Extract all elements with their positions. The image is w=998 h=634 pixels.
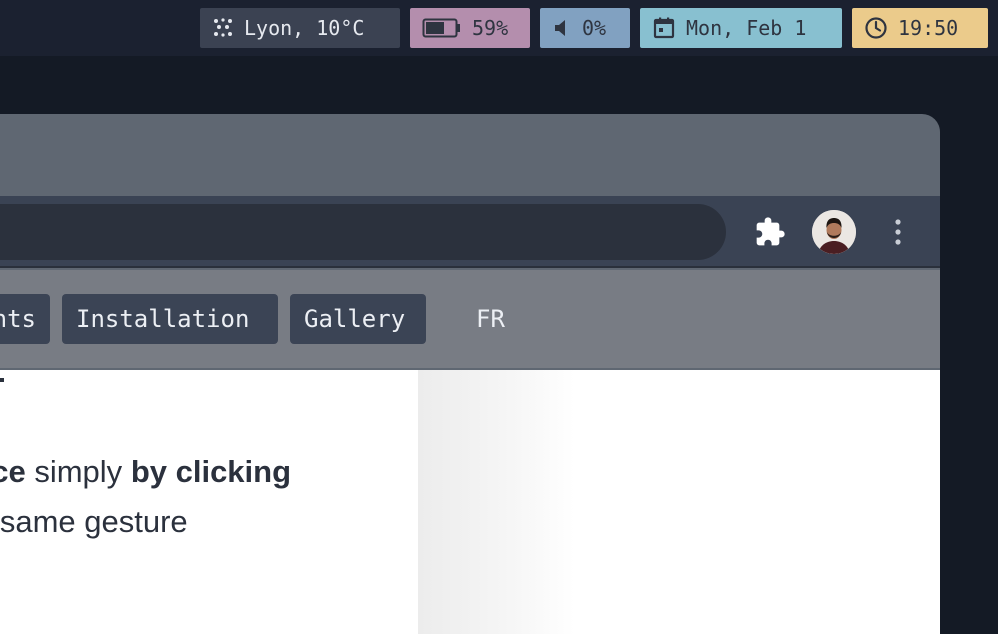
person-photo [812, 210, 856, 254]
nav-link-label: Gallery [304, 305, 406, 333]
battery-icon [422, 18, 460, 38]
date-label: Mon, Feb 1 [686, 16, 807, 40]
clock-widget[interactable]: 19:50 [852, 8, 988, 48]
volume-label: 0% [582, 16, 607, 40]
speaker-icon [555, 20, 565, 36]
date-widget[interactable]: Mon, Feb 1 [640, 8, 842, 48]
battery-widget[interactable]: 59% [410, 8, 530, 48]
extensions-icon [756, 217, 785, 246]
weather-widget[interactable]: Lyon, 10°C [200, 8, 400, 48]
punctuation-dot [0, 378, 4, 382]
bold-text: ace [0, 454, 26, 489]
status-bar: Lyon, 10°C 59% 0% Mon, Feb 1 19:50 [0, 0, 998, 56]
page-content: ace simply by clicking e same gesture [0, 370, 940, 634]
paragraph-line: e same gesture [0, 504, 188, 539]
calendar-icon [653, 17, 675, 39]
nav-link-events[interactable]: nts [0, 294, 50, 344]
bold-text: by clicking [130, 454, 292, 489]
nav-link-installation[interactable]: Installation [62, 294, 278, 344]
language-switch[interactable]: FR [462, 294, 522, 344]
content-sidebar [418, 370, 940, 634]
browser-toolbar [0, 196, 940, 268]
weather-label: Lyon, 10°C [244, 16, 365, 40]
battery-label: 59% [472, 16, 509, 40]
nav-link-label: nts [0, 305, 36, 333]
browser-window: nts Installation Gallery FR ace simply b… [0, 114, 940, 634]
body-text: simply [25, 454, 131, 489]
menu-dots-icon [895, 219, 901, 245]
address-bar[interactable] [0, 204, 726, 260]
extensions-button[interactable] [752, 214, 788, 250]
clock-icon [865, 17, 887, 39]
browser-menu-button[interactable] [884, 214, 912, 250]
paragraph-line: ace simply by clicking [0, 454, 291, 490]
volume-widget[interactable]: 0% [540, 8, 630, 48]
nav-link-label: Installation [76, 305, 250, 333]
language-label: FR [476, 305, 505, 333]
profile-avatar[interactable] [812, 210, 856, 254]
clock-label: 19:50 [898, 16, 959, 40]
nav-link-gallery[interactable]: Gallery [290, 294, 426, 344]
weather-icon [214, 18, 232, 37]
site-navigation: nts Installation Gallery FR [0, 270, 940, 368]
